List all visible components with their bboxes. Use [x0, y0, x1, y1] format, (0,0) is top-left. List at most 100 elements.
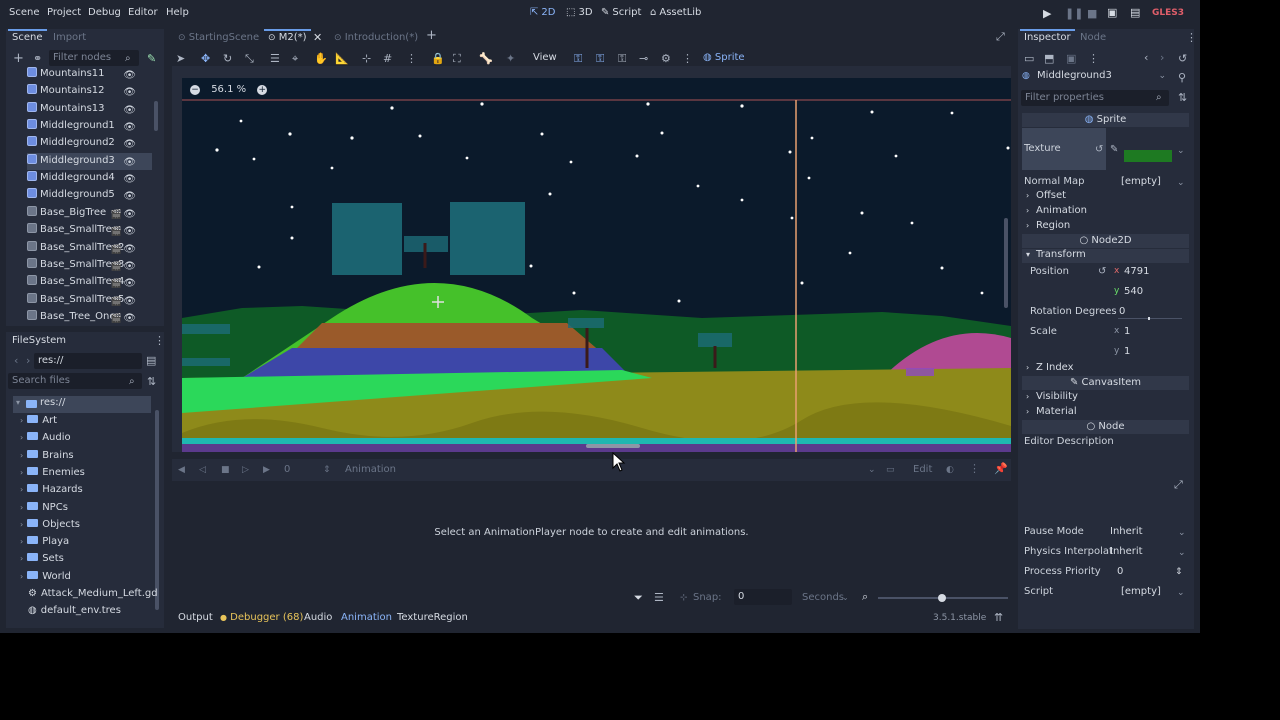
open-scene-icon[interactable]: 🎬: [111, 224, 122, 240]
expand-arrow-icon[interactable]: ›: [20, 503, 23, 512]
menu-help[interactable]: Help: [166, 7, 189, 18]
visibility-eye-icon[interactable]: 👁: [123, 224, 136, 240]
auto-key-icon[interactable]: ⚙: [661, 52, 671, 65]
scene-tree-scrollbar[interactable]: [154, 101, 158, 131]
group-icon[interactable]: ⛶: [453, 52, 461, 66]
play-backwards-icon[interactable]: ◀: [178, 464, 185, 476]
visibility-eye-icon[interactable]: 👁: [123, 172, 136, 188]
tab-starting-scene[interactable]: ⊙ StartingScene: [178, 32, 259, 43]
tab-texture-region[interactable]: TextureRegion: [397, 612, 468, 623]
tab-output[interactable]: Output: [178, 612, 213, 623]
viewport-2d[interactable]: − 56.1 % +: [182, 78, 1011, 452]
menu-project[interactable]: Project: [47, 7, 81, 18]
tab-inspector[interactable]: Inspector: [1020, 29, 1075, 43]
region-group[interactable]: › Region: [1022, 220, 1189, 234]
scene-node-middleground4[interactable]: Middleground4 👁: [27, 170, 152, 187]
tab-animation[interactable]: Animation: [341, 612, 392, 623]
filter-icon[interactable]: ⏷: [634, 592, 643, 604]
smart-snap-icon[interactable]: ⊹: [362, 52, 371, 65]
play-icon[interactable]: ▶: [1043, 8, 1051, 20]
scene-node-middleground3[interactable]: Middleground3 👁: [27, 152, 152, 171]
file-item-objects[interactable]: › Objects: [20, 517, 80, 534]
options-icon[interactable]: ⋮: [969, 463, 980, 475]
animation-label[interactable]: Animation: [345, 464, 396, 475]
level-canvas[interactable]: [182, 78, 1011, 452]
visibility-eye-icon[interactable]: 👁: [123, 120, 136, 136]
distraction-free-icon[interactable]: ⤢: [996, 31, 1005, 43]
bone-icon[interactable]: 🦴: [479, 52, 493, 65]
menu-dots-icon[interactable]: ⋮: [154, 335, 165, 347]
search-files-input[interactable]: Search files: [8, 373, 142, 389]
zoom-out-icon[interactable]: −: [190, 85, 200, 95]
menu-dots-icon[interactable]: ⋮: [1088, 53, 1099, 65]
history-forward-icon[interactable]: ›: [1160, 52, 1164, 64]
scene-node-base-smalltree4[interactable]: Base_SmallTree4 🎬 👁: [27, 274, 152, 291]
more-icon[interactable]: ⋮: [682, 52, 693, 65]
script-attach-icon[interactable]: ✎: [147, 53, 156, 65]
file-item-hazards[interactable]: › Hazards: [20, 482, 83, 499]
pause-mode-select[interactable]: Inherit: [1110, 526, 1143, 537]
visibility-eye-icon[interactable]: 👁: [123, 294, 136, 310]
script-value[interactable]: [empty]: [1121, 586, 1161, 597]
snap-options-icon[interactable]: ⋮: [406, 52, 417, 65]
sort-properties-icon[interactable]: ⇅: [1178, 92, 1187, 104]
collapse-arrow-icon[interactable]: ▾: [16, 398, 20, 407]
stop-icon[interactable]: ■: [1087, 8, 1097, 20]
renderer-label[interactable]: GLES3: [1152, 8, 1184, 18]
close-tab-icon[interactable]: ✕: [313, 32, 322, 44]
scene-node-base-bigtree[interactable]: Base_BigTree 🎬 👁: [27, 205, 152, 222]
stepper-icon[interactable]: ⇕: [1175, 566, 1183, 578]
select-tool-icon[interactable]: ➤: [176, 52, 185, 65]
expand-arrow-icon[interactable]: ›: [20, 537, 23, 546]
file-item-world[interactable]: › World: [20, 569, 71, 586]
skeleton-icon[interactable]: ✦: [506, 52, 515, 65]
revert-icon[interactable]: ↺: [1098, 266, 1106, 278]
visibility-eye-icon[interactable]: 👁: [123, 276, 136, 292]
scene-node-mountains12[interactable]: Mountains12 👁: [27, 83, 152, 100]
zoom-slider[interactable]: [878, 594, 1008, 602]
save-resource-icon[interactable]: ▣: [1066, 53, 1076, 65]
play-from-start-icon[interactable]: ▷: [242, 464, 249, 476]
pivot-tool-icon[interactable]: ⌖: [292, 52, 298, 66]
tab-m2[interactable]: ⊙ M2(*): [264, 29, 311, 43]
file-item-default-env-tres[interactable]: ◍ default_env.tres: [28, 603, 121, 620]
animation-time[interactable]: 0: [284, 464, 290, 475]
dropdown-icon[interactable]: ⌄: [1178, 547, 1186, 559]
expand-arrow-icon[interactable]: ›: [20, 433, 23, 442]
visibility-eye-icon[interactable]: 👁: [123, 155, 136, 171]
load-resource-icon[interactable]: ⬒: [1044, 53, 1054, 65]
tab-scene[interactable]: Scene: [8, 29, 46, 43]
open-scene-icon[interactable]: 🎬: [111, 276, 122, 292]
position-x-input[interactable]: 4791: [1124, 266, 1149, 277]
scene-node-base-smalltree[interactable]: Base_SmallTree 🎬 👁: [27, 222, 152, 239]
lock-icon[interactable]: 🔒: [431, 52, 445, 65]
expand-arrow-icon[interactable]: ›: [20, 468, 23, 477]
scene-node-middleground2[interactable]: Middleground2 👁: [27, 135, 152, 152]
scene-node-mountains13[interactable]: Mountains13 👁: [27, 101, 152, 118]
split-view-icon[interactable]: ▤: [146, 355, 156, 367]
visibility-eye-icon[interactable]: 👁: [123, 103, 136, 119]
rotation-slider-handle[interactable]: [1148, 317, 1150, 320]
editor-description-textarea[interactable]: [1024, 450, 1189, 520]
rotation-input[interactable]: 0: [1119, 306, 1125, 317]
back-icon[interactable]: ‹: [14, 355, 18, 367]
workspace-assetlib-button[interactable]: ⌂ AssetLib: [650, 7, 701, 18]
dropdown-icon[interactable]: ⌄: [868, 464, 876, 476]
link-icon[interactable]: ⚭: [33, 53, 42, 65]
sprite-block[interactable]: [450, 202, 525, 275]
insert-key-icon[interactable]: ⊸: [639, 52, 648, 65]
path-input[interactable]: res://: [34, 353, 142, 369]
expand-textarea-icon[interactable]: ⤢: [1174, 479, 1183, 491]
key-scale-icon[interactable]: ⚿: [618, 52, 626, 66]
menu-debug[interactable]: Debug: [88, 7, 121, 18]
scale-x-input[interactable]: 1: [1124, 326, 1130, 337]
key-rotation-icon[interactable]: ⚿: [596, 52, 604, 66]
file-item-npcs[interactable]: › NPCs: [20, 500, 68, 517]
forward-icon[interactable]: ›: [26, 355, 30, 367]
open-scene-icon[interactable]: 🎬: [111, 242, 122, 258]
tab-audio[interactable]: Audio: [304, 612, 332, 623]
revert-icon[interactable]: ↺: [1095, 144, 1103, 156]
root-row[interactable]: ▾ res://: [13, 396, 151, 413]
visibility-eye-icon[interactable]: 👁: [123, 311, 136, 327]
scale-tool-icon[interactable]: ⤡: [245, 52, 254, 66]
